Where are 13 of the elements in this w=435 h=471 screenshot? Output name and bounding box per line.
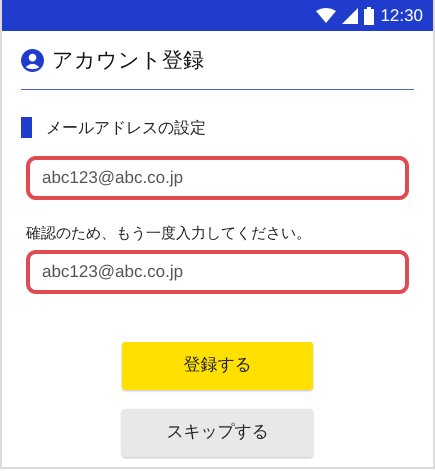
section-title: メールアドレスの設定 [46, 116, 206, 138]
wifi-icon [316, 8, 336, 24]
confirm-label: 確認のため、もう一度入力してください。 [26, 222, 312, 244]
skip-button[interactable]: スキップする [122, 409, 313, 457]
email-field[interactable]: abc123@abc.co.jp [26, 156, 409, 200]
page-title: アカウント登録 [52, 47, 204, 74]
battery-icon [364, 6, 374, 24]
email-field[interactable]: abc123@abc.co.jp [26, 250, 409, 294]
signal-icon [342, 8, 358, 24]
section-marker [21, 117, 32, 138]
clock-time: 12:30 [380, 4, 423, 27]
register-button[interactable]: 登録する [122, 342, 313, 390]
user-icon [21, 49, 44, 72]
